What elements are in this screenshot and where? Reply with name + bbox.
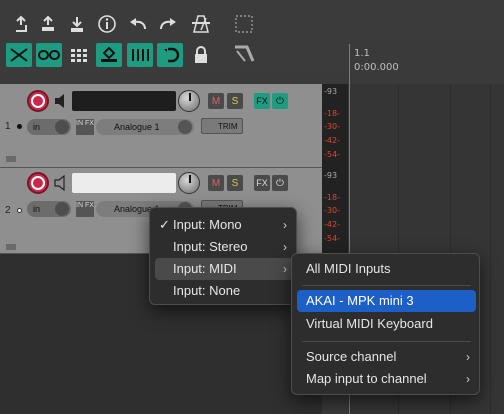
folder-icon[interactable] xyxy=(6,156,16,162)
meter-label: -54- xyxy=(324,150,340,159)
chevron-down-icon xyxy=(178,120,192,134)
track-number: 1 xyxy=(5,121,11,132)
mute-button[interactable]: M xyxy=(208,175,224,191)
chevron-right-icon: › xyxy=(466,350,470,364)
input-monitor-button[interactable]: in xyxy=(27,119,71,135)
record-arm-button[interactable] xyxy=(27,172,49,194)
save-project-icon[interactable] xyxy=(64,12,90,36)
menu-item-label: Virtual MIDI Keyboard xyxy=(306,316,433,331)
menu-item-label: Source channel xyxy=(306,349,397,364)
track-number: 2 xyxy=(5,205,11,216)
menu-item-virtual-midi-keyboard[interactable]: Virtual MIDI Keyboard xyxy=(297,313,476,335)
midi-input-submenu: All MIDI Inputs AKAI - MPK mini 3 Virtua… xyxy=(291,253,480,395)
ripple-edit-icon[interactable] xyxy=(36,43,62,67)
grid-line xyxy=(490,84,491,414)
record-arm-button[interactable] xyxy=(27,90,49,112)
track-2-meter: -93 -18- -30- -42- -54- xyxy=(322,168,348,254)
meter-label: -54- xyxy=(324,234,340,243)
track-1-meter: -93 -18- -30- -42- -54- xyxy=(322,84,348,168)
input-mode-label: in xyxy=(33,122,41,132)
menu-item-all-midi-inputs[interactable]: All MIDI Inputs xyxy=(297,258,476,280)
menu-item-label: Input: None xyxy=(173,283,241,298)
meter-label: -93 xyxy=(324,87,338,96)
loop-icon[interactable] xyxy=(157,43,183,67)
menu-item-akai-mpk-mini-3[interactable]: AKAI - MPK mini 3 xyxy=(297,290,476,312)
menu-item-input-none[interactable]: Input: None xyxy=(155,280,293,302)
lock-icon[interactable] xyxy=(188,43,214,67)
input-context-menu: ✓ Input: Mono › Input: Stereo › Input: M… xyxy=(149,207,297,305)
volume-knob[interactable] xyxy=(178,90,200,112)
timeline-ruler[interactable]: 1.1 0:00.000 xyxy=(348,38,504,84)
timeline-time: 0:00.000 xyxy=(354,62,399,73)
meter-label: -30- xyxy=(324,122,340,131)
chevron-down-icon xyxy=(55,202,69,216)
track-select-dot[interactable] xyxy=(17,208,22,213)
track-name-field[interactable] xyxy=(72,173,176,193)
input-fx-button[interactable]: IN FX xyxy=(76,119,94,135)
menu-item-label: Map input to channel xyxy=(306,371,427,386)
menu-separator xyxy=(302,341,471,342)
track-select-dot[interactable] xyxy=(17,124,22,129)
solo-button[interactable]: S xyxy=(227,93,243,109)
snap-icon[interactable] xyxy=(127,43,153,67)
fx-button[interactable]: FX xyxy=(254,93,270,109)
meter-label: -93 xyxy=(324,171,338,180)
fx-bypass-power-icon[interactable]: ⏻ xyxy=(272,175,288,191)
solo-button[interactable]: S xyxy=(227,175,243,191)
chevron-right-icon: › xyxy=(283,240,287,254)
new-project-icon[interactable] xyxy=(8,12,34,36)
checkmark-icon: ✓ xyxy=(159,217,170,232)
input-name: Analogue 1 xyxy=(114,122,160,132)
envelope-icon[interactable] xyxy=(231,43,257,67)
meter-label: -18- xyxy=(324,193,340,202)
track-1[interactable]: 1 M S FX ⏻ in IN FX Analogue 1 TRIM xyxy=(0,84,322,168)
chevron-right-icon: › xyxy=(283,262,287,276)
input-monitor-button[interactable]: in xyxy=(27,201,71,217)
menu-item-map-input-to-channel[interactable]: Map input to channel › xyxy=(297,368,476,390)
project-settings-icon[interactable] xyxy=(94,12,120,36)
menu-item-source-channel[interactable]: Source channel › xyxy=(297,346,476,368)
menu-item-label: All MIDI Inputs xyxy=(306,261,391,276)
menu-item-label: Input: Mono xyxy=(173,217,242,232)
speaker-icon[interactable] xyxy=(54,93,68,114)
grid-icon[interactable] xyxy=(231,12,257,36)
open-project-icon[interactable] xyxy=(35,12,61,36)
menu-item-label: AKAI - MPK mini 3 xyxy=(306,293,414,308)
snap-grid-icon[interactable] xyxy=(66,43,92,67)
menu-item-input-stereo[interactable]: Input: Stereo › xyxy=(155,236,293,258)
chevron-right-icon: › xyxy=(283,218,287,232)
track-name-field[interactable] xyxy=(72,91,176,111)
metronome-icon[interactable] xyxy=(188,12,214,36)
undo-icon[interactable] xyxy=(124,12,150,36)
speaker-icon[interactable] xyxy=(54,174,68,196)
chevron-down-icon xyxy=(55,120,69,134)
trim-button[interactable]: TRIM xyxy=(201,118,243,134)
volume-knob[interactable] xyxy=(178,172,200,194)
menu-item-input-mono[interactable]: ✓ Input: Mono › xyxy=(155,214,293,236)
menu-item-label: Input: MIDI xyxy=(173,261,237,276)
meter-label: -18- xyxy=(324,109,340,118)
menu-item-input-midi[interactable]: Input: MIDI › xyxy=(155,258,293,280)
input-mode-label: in xyxy=(33,204,41,214)
timeline-marker: 1.1 xyxy=(354,48,370,59)
menu-item-label: Input: Stereo xyxy=(173,239,248,254)
meter-label: -30- xyxy=(324,206,340,215)
mute-button[interactable]: M xyxy=(208,93,224,109)
menu-separator xyxy=(302,285,471,286)
meter-label: -42- xyxy=(324,220,340,229)
input-select[interactable]: Analogue 1 xyxy=(96,119,194,135)
auto-crossfade-icon[interactable] xyxy=(6,43,32,67)
meter-label: -42- xyxy=(324,136,340,145)
folder-icon[interactable] xyxy=(6,244,16,250)
fx-bypass-power-icon[interactable]: ⏻ xyxy=(272,93,288,109)
fx-button[interactable]: FX xyxy=(254,175,270,191)
input-fx-button[interactable]: IN FX xyxy=(76,201,94,217)
redo-icon[interactable] xyxy=(156,12,182,36)
item-grouping-icon[interactable] xyxy=(96,43,122,67)
chevron-right-icon: › xyxy=(466,372,470,386)
